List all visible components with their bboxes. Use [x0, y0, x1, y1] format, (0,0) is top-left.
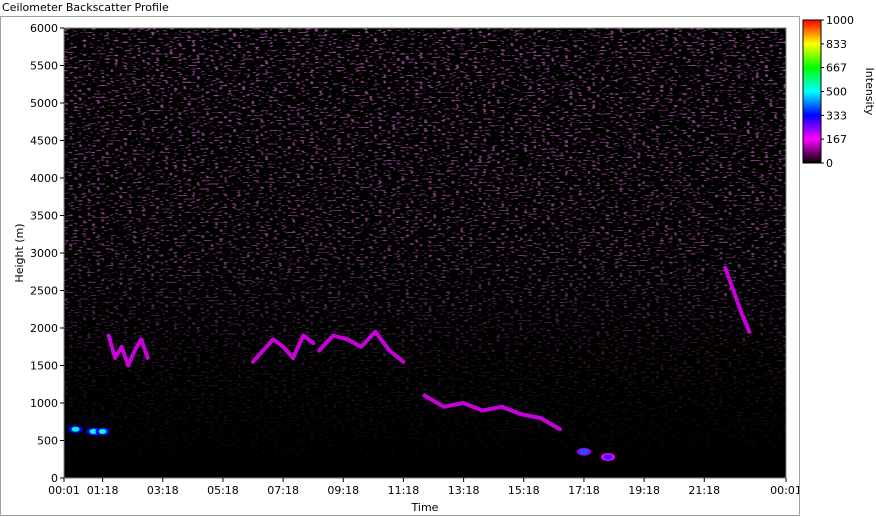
x-tick-label: 07:18 — [267, 484, 299, 497]
x-tick-label: 05:18 — [207, 484, 239, 497]
y-tick-label: 5000 — [30, 97, 58, 110]
x-tick-label: 03:18 — [147, 484, 179, 497]
colorbar-tick-label: 1000 — [826, 14, 854, 27]
noise-layer — [64, 28, 786, 478]
colorbar-tick-label: 167 — [826, 133, 847, 146]
y-tick-label: 4000 — [30, 172, 58, 185]
chart-frame: 0 500 1000 1500 2000 2500 3000 3500 4000 4500 5000… — [0, 16, 800, 516]
x-tick-label: 09:18 — [327, 484, 359, 497]
intense-spot — [579, 449, 588, 455]
colorbar-gradient — [802, 19, 822, 164]
intense-spot — [71, 426, 80, 432]
colorbar-ticks: 1000 833 667 500 333 167 0 — [821, 14, 854, 170]
x-tick-label: 21:18 — [688, 484, 720, 497]
x-tick-label: 11:18 — [388, 484, 420, 497]
colorbar-label: Intensity — [863, 68, 876, 116]
y-tick-label: 3000 — [30, 247, 58, 260]
y-tick-label: 4500 — [30, 135, 58, 148]
y-tick-label: 2000 — [30, 322, 58, 335]
x-tick-label: 19:18 — [628, 484, 660, 497]
y-tick-label: 1500 — [30, 360, 58, 373]
x-tick-label: 00:01 — [48, 484, 80, 497]
x-tick-label: 13:18 — [448, 484, 480, 497]
x-axis: 00:01 01:18 03:18 05:18 07:18 09:18 11:18 13:18… — [48, 478, 799, 497]
y-tick-label: 6000 — [30, 22, 58, 35]
colorbar-tick-label: 500 — [826, 86, 847, 99]
window-title: Ceilometer Backscatter Profile — [2, 1, 169, 14]
colorbar-tick-label: 833 — [826, 38, 847, 51]
x-tick-label: 17:18 — [568, 484, 600, 497]
x-tick-label: 15:18 — [508, 484, 540, 497]
colorbar-tick-label: 667 — [826, 62, 847, 75]
colorbar-tick-label: 333 — [826, 109, 847, 122]
y-tick-label: 2500 — [30, 285, 58, 298]
y-axis-label: Height (m) — [13, 223, 26, 282]
y-tick-label: 1000 — [30, 397, 58, 410]
y-tick-label: 500 — [37, 435, 58, 448]
backscatter-chart: 0500100015002000250030003500400045005000… — [13, 22, 799, 514]
x-tick-label: 01:18 — [87, 484, 119, 497]
x-tick-label: 00:01 — [770, 484, 799, 497]
y-tick-label: 5500 — [30, 60, 58, 73]
y-tick-label: 3500 — [30, 210, 58, 223]
x-axis-label: Time — [411, 501, 439, 514]
intense-spot — [98, 429, 107, 434]
y-axis: 0500100015002000250030003500400045005000… — [30, 22, 64, 485]
colorbar-tick-label: 0 — [826, 157, 833, 170]
intense-spot — [604, 454, 613, 460]
